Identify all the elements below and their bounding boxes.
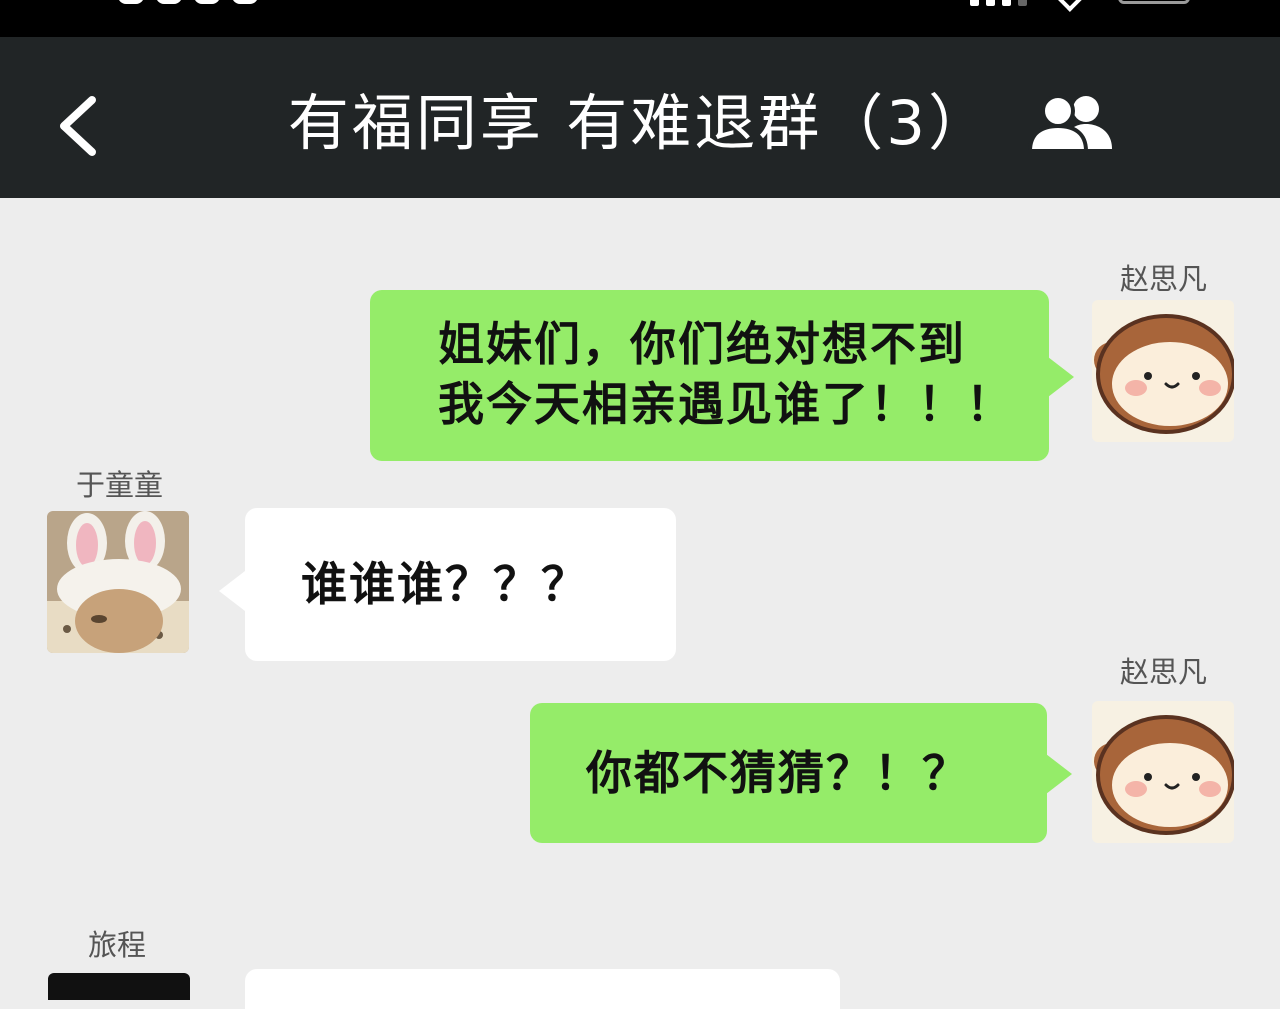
bubble-tail	[1046, 754, 1072, 794]
title-bar: 有福同享 有难退群（3）	[0, 37, 1280, 198]
message-bubble[interactable]: 姐妹们，你们绝对想不到 我今天相亲遇见谁了！！！	[370, 290, 1049, 461]
message-text: 姐妹们，你们绝对想不到 我今天相亲遇见谁了！！！	[438, 317, 1014, 431]
status-bar	[0, 0, 1280, 37]
message-text: 你都不猜猜？！？	[586, 746, 970, 800]
group-members-icon	[1027, 94, 1112, 153]
sender-name: 于童童	[76, 468, 164, 502]
signal-icon	[970, 0, 1030, 10]
sender-name: 旅程	[88, 928, 147, 962]
message-bubble[interactable]	[245, 969, 840, 1009]
group-members-button[interactable]	[1027, 93, 1114, 153]
battery-icon	[1118, 0, 1190, 4]
bunny-ears-avatar-icon	[47, 511, 189, 653]
wifi-icon	[1057, 0, 1087, 12]
message-text: 谁谁谁？？？	[301, 557, 589, 611]
chevron-left-icon	[60, 96, 96, 156]
sender-name: 赵思凡	[1120, 655, 1208, 689]
dark-avatar[interactable]	[48, 973, 190, 1000]
monkey-avatar[interactable]	[1092, 300, 1234, 442]
sender-name: 赵思凡	[1120, 262, 1208, 296]
monkey-avatar-icon	[1092, 701, 1234, 843]
bunny-ears-avatar[interactable]	[47, 511, 189, 653]
back-button[interactable]	[52, 94, 112, 158]
bubble-tail	[1048, 357, 1074, 397]
status-clock-fragment	[118, 0, 258, 6]
chat-title: 有福同享 有难退群（3）	[287, 88, 993, 159]
message-bubble[interactable]: 谁谁谁？？？	[245, 508, 676, 661]
message-bubble[interactable]: 你都不猜猜？！？	[530, 703, 1047, 843]
monkey-avatar-icon	[1092, 300, 1234, 442]
bubble-tail	[219, 571, 245, 611]
monkey-avatar[interactable]	[1092, 701, 1234, 843]
